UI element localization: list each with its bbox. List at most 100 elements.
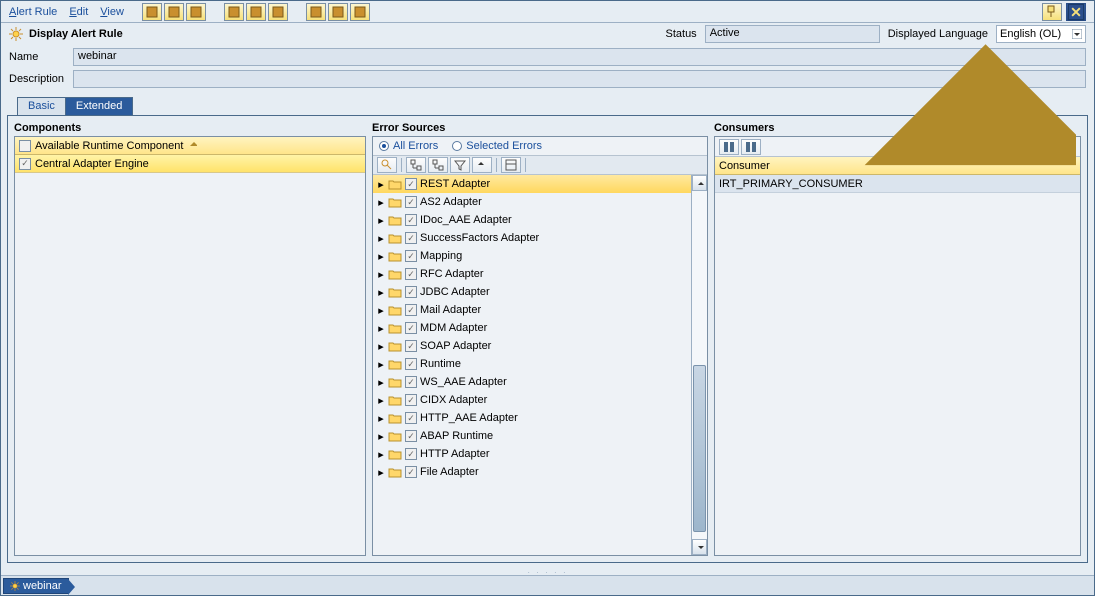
toolbar-print-icon[interactable] (306, 3, 326, 21)
folder-icon (388, 448, 402, 460)
expand-icon[interactable]: ▸ (377, 196, 385, 209)
expand-icon[interactable]: ▸ (377, 466, 385, 479)
tree-row[interactable]: ▸ ✓ HTTP Adapter (373, 445, 691, 463)
expand-icon[interactable]: ▸ (377, 214, 385, 227)
tree-row[interactable]: ▸ ✓ ABAP Runtime (373, 427, 691, 445)
expand-icon[interactable]: ▸ (377, 250, 385, 263)
tree-row[interactable]: ▸ ✓ WS_AAE Adapter (373, 373, 691, 391)
bottom-tab-webinar[interactable]: webinar (3, 578, 69, 594)
checkbox-icon: ✓ (405, 232, 417, 244)
scroll-thumb[interactable] (693, 365, 706, 532)
tree-row[interactable]: ▸ ✓ Mapping (373, 247, 691, 265)
toolbar-sheets-icon[interactable] (186, 3, 206, 21)
column-layout-button[interactable] (501, 157, 521, 173)
expand-icon[interactable]: ▸ (377, 322, 385, 335)
toolbar-log-icon[interactable] (328, 3, 348, 21)
page-title: Display Alert Rule (29, 28, 123, 40)
checkbox-icon: ✓ (405, 376, 417, 388)
checkbox-icon: ✓ (405, 268, 417, 280)
folder-icon (388, 268, 402, 280)
error-radio-row: All Errors Selected Errors (373, 137, 707, 155)
consumer-row[interactable]: IRT_PRIMARY_CONSUMER (715, 175, 1080, 193)
checkbox-icon: ✓ (405, 412, 417, 424)
expand-icon[interactable]: ▸ (377, 268, 385, 281)
scroll-down-button[interactable] (692, 539, 707, 555)
scroll-up-button[interactable] (692, 175, 707, 191)
checkbox-icon: ✓ (405, 286, 417, 298)
expand-icon[interactable]: ▸ (377, 232, 385, 245)
checkbox-icon (19, 140, 31, 152)
consumers-header-label: Consumer (719, 160, 770, 172)
scroll-track[interactable] (692, 191, 707, 539)
expand-icon[interactable]: ▸ (377, 304, 385, 317)
tree-scrollbar[interactable] (691, 175, 707, 555)
checkbox-icon: ✓ (405, 304, 417, 316)
consumers-col1-button[interactable] (719, 139, 739, 155)
menu-view[interactable]: View (100, 6, 124, 18)
tab-basic[interactable]: Basic (17, 97, 66, 115)
tree-row[interactable]: ▸ ✓ Runtime (373, 355, 691, 373)
tree-row[interactable]: ▸ ✓ HTTP_AAE Adapter (373, 409, 691, 427)
tree-row[interactable]: ▸ ✓ RFC Adapter (373, 265, 691, 283)
consumers-col-header[interactable]: Consumer (715, 157, 1080, 175)
expand-icon[interactable]: ▸ (377, 358, 385, 371)
tree-row[interactable]: ▸ ✓ SuccessFactors Adapter (373, 229, 691, 247)
radio-all-errors[interactable]: All Errors (379, 140, 438, 152)
folder-icon (388, 304, 402, 316)
menu-edit[interactable]: Edit (69, 6, 88, 18)
tree-row[interactable]: ▸ ✓ AS2 Adapter (373, 193, 691, 211)
tree-row-label: Mail Adapter (420, 304, 481, 316)
folder-icon (388, 394, 402, 406)
toolbar-back-icon[interactable] (224, 3, 244, 21)
radio-selected-errors[interactable]: Selected Errors (452, 140, 542, 152)
tree-row-label: MDM Adapter (420, 322, 487, 334)
tree-row[interactable]: ▸ ✓ JDBC Adapter (373, 283, 691, 301)
checkbox-icon: ✓ (405, 448, 417, 460)
components-row-label: Central Adapter Engine (35, 158, 149, 170)
description-label: Description (9, 73, 73, 85)
toolbar-variant-icon[interactable] (268, 3, 288, 21)
checkbox-icon: ✓ (405, 358, 417, 370)
components-header-label: Available Runtime Component (35, 140, 183, 152)
folder-icon (388, 286, 402, 298)
tab-extended[interactable]: Extended (65, 97, 133, 115)
tree-row[interactable]: ▸ ✓ File Adapter (373, 463, 691, 481)
expand-icon[interactable]: ▸ (377, 178, 385, 191)
toolbar-wand-icon[interactable] (142, 3, 162, 21)
components-col-header[interactable]: Available Runtime Component (15, 137, 365, 155)
tree-row[interactable]: ▸ ✓ CIDX Adapter (373, 391, 691, 409)
expand-icon[interactable]: ▸ (377, 394, 385, 407)
expand-tree-button[interactable] (406, 157, 426, 173)
folder-icon (388, 196, 402, 208)
expand-icon[interactable]: ▸ (377, 376, 385, 389)
tree-row[interactable]: ▸ ✓ REST Adapter (373, 175, 691, 193)
toolbar-user-icon[interactable] (350, 3, 370, 21)
layout-up-button[interactable] (472, 157, 492, 173)
toolbar-copy-icon[interactable] (164, 3, 184, 21)
expand-icon[interactable]: ▸ (377, 286, 385, 299)
toolbar-goto-icon[interactable] (246, 3, 266, 21)
menu-alert-rule-label: lert Rule (16, 6, 57, 18)
alert-rule-icon (9, 27, 23, 41)
expand-icon[interactable]: ▸ (377, 340, 385, 353)
folder-icon (388, 340, 402, 352)
checkbox-icon: ✓ (19, 158, 31, 170)
components-row[interactable]: ✓ Central Adapter Engine (15, 155, 365, 173)
status-label: Status (666, 28, 697, 40)
tree-row[interactable]: ▸ ✓ Mail Adapter (373, 301, 691, 319)
expand-icon[interactable]: ▸ (377, 412, 385, 425)
expand-icon[interactable]: ▸ (377, 430, 385, 443)
consumers-col2-button[interactable] (741, 139, 761, 155)
find-button[interactable] (377, 157, 397, 173)
collapse-tree-button[interactable] (428, 157, 448, 173)
radio-icon (452, 141, 462, 151)
menu-alert-rule[interactable]: Alert Rule (9, 6, 57, 18)
checkbox-icon: ✓ (405, 394, 417, 406)
radio-icon (379, 141, 389, 151)
tree-row[interactable]: ▸ ✓ SOAP Adapter (373, 337, 691, 355)
tree-row[interactable]: ▸ ✓ IDoc_AAE Adapter (373, 211, 691, 229)
tree-row[interactable]: ▸ ✓ MDM Adapter (373, 319, 691, 337)
filter-button[interactable] (450, 157, 470, 173)
tree-row-label: Runtime (420, 358, 461, 370)
expand-icon[interactable]: ▸ (377, 448, 385, 461)
